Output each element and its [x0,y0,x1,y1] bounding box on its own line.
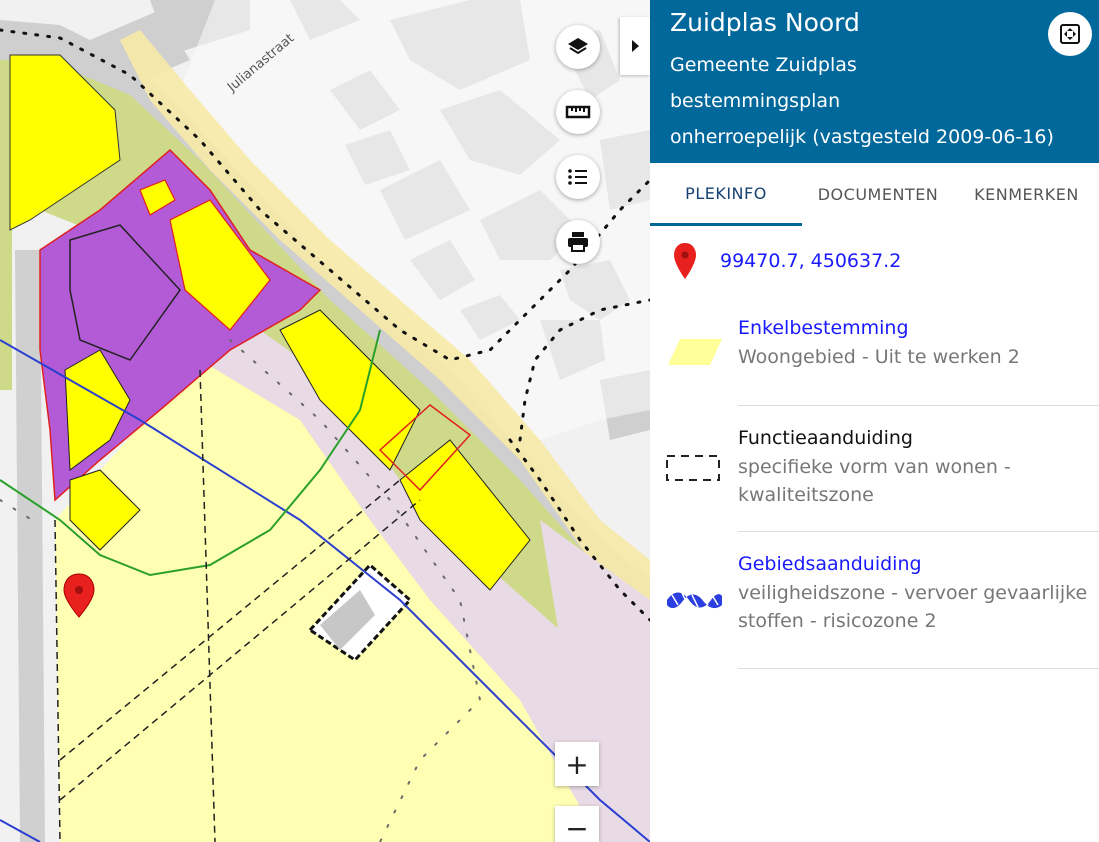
blue-hatched-swatch-icon [667,592,722,609]
measure-button[interactable] [556,90,600,134]
coordinates-link[interactable]: 99470.7, 450637.2 [720,250,901,272]
divider [738,668,1099,669]
zoom-in-button[interactable]: + [555,742,599,786]
tab-documenten[interactable]: DOCUMENTEN [802,163,954,225]
panel-tabs: PLEKINFO DOCUMENTEN KENMERKEN [650,163,1099,227]
info-panel: Zuidplas Noord Gemeente Zuidplas bestemm… [650,0,1099,842]
print-button[interactable] [556,220,600,264]
entry-functieaanduiding: Functieaanduiding specifieke vorm van wo… [650,425,1099,530]
entry-title[interactable]: Gebiedsaanduiding [738,553,922,575]
map-layer: Julianastraat [0,0,650,842]
expand-arrows-icon [1060,24,1080,44]
ruler-icon [565,105,591,119]
plan-type-label: bestemmingsplan [670,90,841,112]
entry-title[interactable]: Enkelbestemming [738,317,909,339]
entry-gebiedsaanduiding: Gebiedsaanduiding veiligheidszone - verv… [650,551,1099,666]
layers-button[interactable] [556,25,600,69]
entry-subtitle: veiligheidszone - vervoer gevaarlijke st… [738,582,1088,632]
entry-enkelbestemming: Enkelbestemming Woongebied - Uit te werk… [650,315,1099,405]
layers-icon [568,38,588,55]
legend-button[interactable] [556,155,600,199]
printer-icon [568,232,588,252]
map-pin-icon [674,243,696,279]
panel-header: Zuidplas Noord Gemeente Zuidplas bestemm… [650,0,1099,163]
map-canvas[interactable]: Julianastraat + − [0,0,650,842]
divider [738,531,1099,532]
zoom-out-button[interactable]: − [555,806,599,842]
plan-status-label: onherroepelijk (vastgesteld 2009-06-16) [670,126,1054,148]
municipality-label: Gemeente Zuidplas [670,54,857,76]
tab-kenmerken[interactable]: KENMERKEN [954,163,1099,225]
tab-plekinfo[interactable]: PLEKINFO [650,163,802,226]
entry-subtitle: Woongebied - Uit te werken 2 [738,346,1020,368]
yellow-parallelogram-swatch-icon [668,339,722,365]
coordinate-row: 99470.7, 450637.2 [650,238,1099,288]
panel-toggle-button[interactable] [620,17,650,75]
divider [738,405,1099,406]
caret-right-icon [632,40,639,52]
entry-title: Functieaanduiding [738,427,913,449]
entry-subtitle: specifieke vorm van wonen - kwaliteitszo… [738,456,1011,506]
fullscreen-button[interactable] [1048,12,1092,56]
dashed-rectangle-swatch-icon [666,455,720,481]
plan-title: Zuidplas Noord [670,8,860,37]
list-icon [568,169,587,185]
